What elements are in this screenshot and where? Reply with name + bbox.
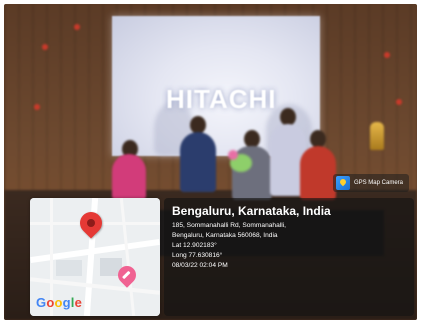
- timestamp: 08/03/22 02:04 PM: [172, 262, 228, 269]
- google-wordmark-letter: e: [74, 295, 83, 310]
- map-block: [56, 260, 82, 276]
- wall-decoration: [384, 52, 390, 58]
- wall-decoration: [42, 44, 48, 50]
- photo-frame: HITACHI GPS Map Camera Google Bengaluru,…: [4, 4, 417, 320]
- google-wordmark-letter: G: [36, 295, 47, 310]
- gps-map-camera-badge: GPS Map Camera: [332, 174, 409, 192]
- screen-logo-text: HITACHI: [166, 84, 277, 114]
- address-line-1: 185, Sommanahalli Rd, Sommanahalli,: [172, 222, 286, 229]
- bouquet-flower: [228, 150, 238, 160]
- map-thumbnail: Google: [30, 198, 160, 316]
- address-line-2: Bengaluru, Karnataka 560068, India: [172, 232, 278, 239]
- longitude: Long 77.630816°: [172, 252, 223, 259]
- google-wordmark: Google: [36, 295, 82, 310]
- wall-decoration: [74, 24, 80, 30]
- location-title: Bengaluru, Karnataka, India: [172, 204, 331, 218]
- wall-decoration: [396, 99, 402, 105]
- google-wordmark-letter: g: [62, 295, 71, 310]
- latitude: Lat 12.902183°: [172, 242, 217, 249]
- wall-decoration: [34, 104, 40, 110]
- brand-label: GPS Map Camera: [353, 180, 403, 186]
- google-wordmark-letter: o: [54, 295, 63, 310]
- gps-map-camera-icon: [335, 176, 350, 190]
- location-info-card: Bengaluru, Karnataka, India 185, Sommana…: [164, 198, 414, 316]
- trophy: [370, 122, 384, 150]
